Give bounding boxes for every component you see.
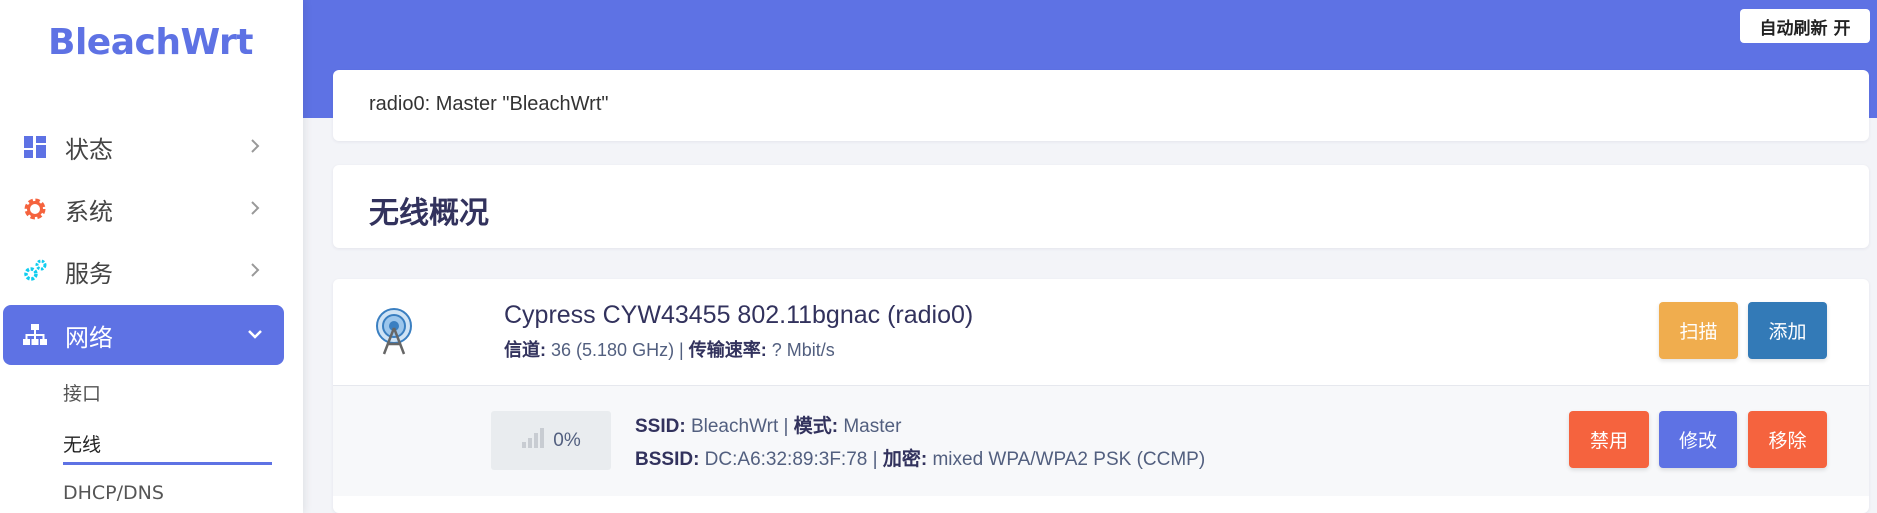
chevron-down-icon [244,323,266,345]
device-details: 信道: 36 (5.180 GHz) | 传输速率: ? Mbit/s [504,336,835,362]
auto-refresh-button[interactable]: 自动刷新 开 [1740,9,1870,43]
notice-card: radio0: Master "BleachWrt" [333,70,1869,141]
chevron-right-icon [244,135,266,157]
device-name: Cypress CYW43455 802.11bgnac (radio0) [504,301,974,329]
section-title-card: 无线概况 [333,165,1869,248]
mode-label: 模式: [793,416,839,437]
sidebar-item-label: 网络 [65,323,113,352]
signal-percent: 0% [553,429,581,451]
sidebar-item-network[interactable]: 网络 [3,305,284,365]
sidebar-subitem-dhcp-dns[interactable]: DHCP/DNS [63,482,164,504]
chevron-right-icon [244,259,266,281]
sidebar-item-services[interactable]: 服务 [3,241,284,301]
sidebar-subitem-interfaces[interactable]: 接口 [63,379,101,406]
app-logo[interactable]: BleachWrt [48,22,254,63]
add-button[interactable]: 添加 [1748,302,1827,359]
sidebar-item-label: 状态 [65,135,113,164]
signal-badge: 0% [491,411,611,470]
network-bssid-line: BSSID: DC:A6:32:89:3F:78 | 加密: mixed WPA… [635,444,1205,471]
rate-value: ? Mbit/s [766,340,835,360]
gear-icon [21,195,49,223]
notice-text: radio0: Master "BleachWrt" [369,93,609,115]
cogs-icon [21,257,49,285]
bssid-value: DC:A6:32:89:3F:78 | [699,449,883,470]
signal-bars-icon [521,428,545,453]
chevron-right-icon [244,197,266,219]
sidebar-item-status[interactable]: 状态 [3,117,284,177]
page-title: 无线概况 [369,196,489,231]
sidebar-item-label: 服务 [65,259,113,288]
dashboard-icon [21,133,49,161]
sidebar: BleachWrt 状态 系统 服务 网络 接口 无线 DHCP/DNS [0,0,303,513]
encryption-value: mixed WPA/WPA2 PSK (CCMP) [927,449,1206,470]
network-ssid-line: SSID: BleachWrt | 模式: Master [635,411,901,438]
mode-value: Master [838,416,902,437]
encryption-label: 加密: [882,449,928,470]
disable-button[interactable]: 禁用 [1569,411,1649,468]
active-subitem-underline [63,462,272,465]
channel-label: 信道: [504,340,546,360]
sidebar-item-system[interactable]: 系统 [3,179,284,239]
rate-label: 传输速率: [688,340,767,360]
device-row: Cypress CYW43455 802.11bgnac (radio0) 信道… [333,279,1869,386]
sidebar-subitem-wireless[interactable]: 无线 [63,430,101,457]
remove-button[interactable]: 移除 [1748,411,1827,468]
sidebar-item-label: 系统 [65,197,113,226]
channel-value: 36 (5.180 GHz) | [546,340,689,360]
bssid-label: BSSID: [635,449,700,470]
wifi-radio-icon [368,306,420,358]
wireless-device-card: Cypress CYW43455 802.11bgnac (radio0) 信道… [333,279,1869,513]
edit-button[interactable]: 修改 [1659,411,1737,468]
scan-button[interactable]: 扫描 [1659,302,1738,359]
ssid-label: SSID: [635,416,686,437]
ssid-value: BleachWrt | [685,416,794,437]
network-icon [21,321,49,349]
